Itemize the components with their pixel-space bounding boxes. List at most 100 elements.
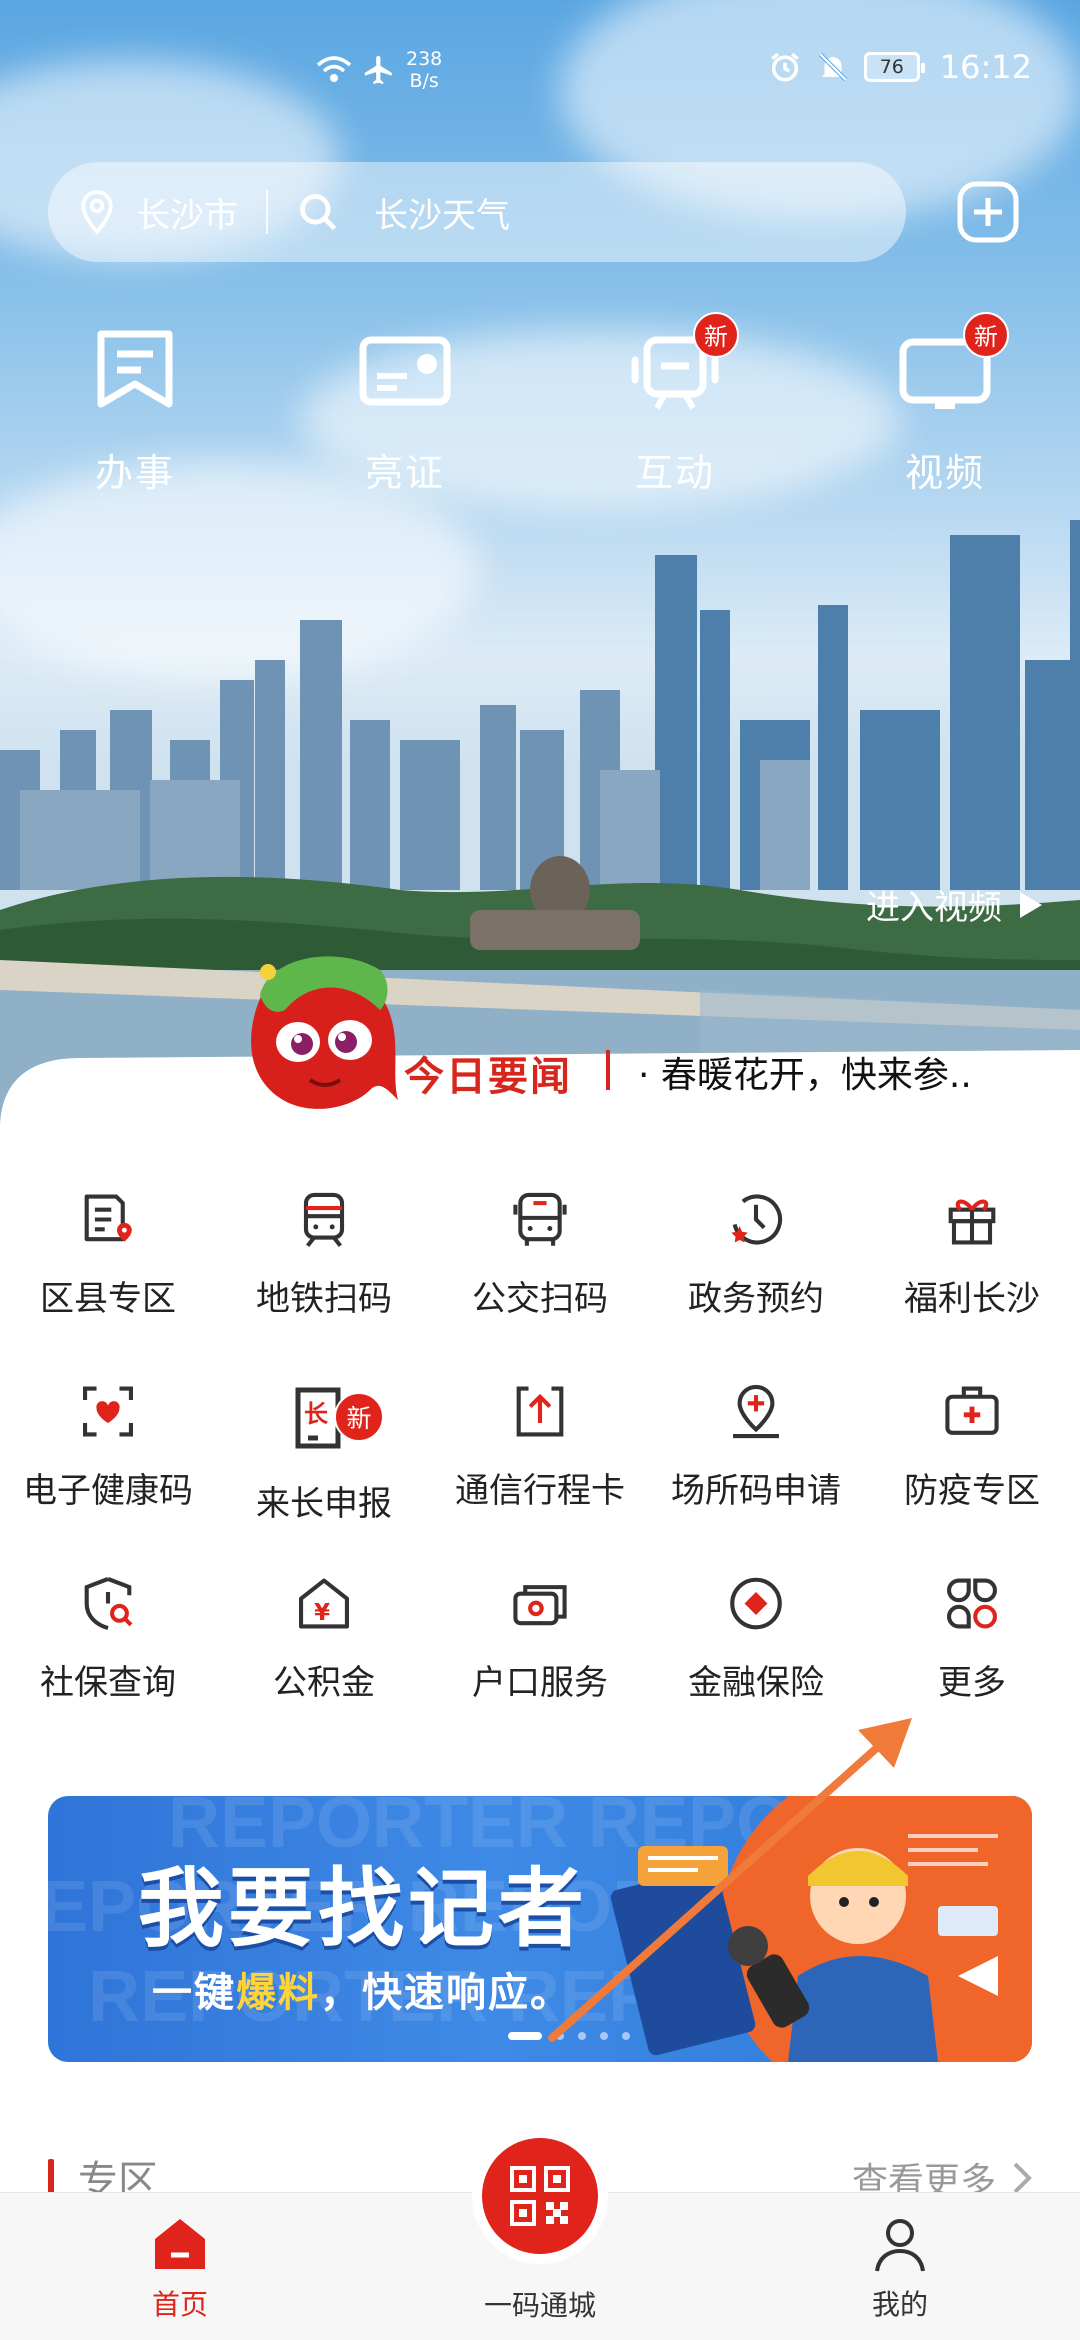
service-gov-appointment[interactable]: 政务预约 [648,1190,864,1320]
gift-icon [948,1199,996,1245]
service-arrival-report[interactable]: 长 新 来长申报 [216,1382,432,1524]
more-grid-icon [947,1578,997,1629]
location-plus-icon [733,1384,779,1439]
promo-banner[interactable]: REPORTER REPORTER REPORTER REPORTER REPO… [48,1796,1032,2062]
play-icon [1020,891,1042,918]
service-county-zone[interactable]: 区县专区 [0,1190,216,1320]
upload-card-icon [516,1386,564,1437]
wifi-icon [316,56,352,82]
tab-home[interactable]: 首页 [80,2213,280,2323]
service-bus-scan[interactable]: 公交扫码 [432,1190,648,1320]
status-bar: 238 B/s 76 16:12 [0,48,1080,108]
service-finance-insurance[interactable]: 金融保险 [648,1574,864,1704]
service-metro-scan[interactable]: 地铁扫码 [216,1190,432,1320]
net-speed-value: 238 [406,48,443,70]
alarm-icon [770,52,799,82]
search-input[interactable]: 长沙天气 [296,188,510,237]
banner-title: 我要找记者 [138,1859,588,1959]
nav-shipin-badge: 新 [963,312,1009,358]
tab-mine[interactable]: 我的 [800,2213,1000,2323]
tab-one-code-label: 一码通城 [483,2289,596,2322]
nav-banshi[interactable]: 办事 [0,320,270,497]
service-label: 防疫专区 [904,1471,1040,1511]
service-label: 地铁扫码 [256,1279,392,1319]
tab-one-code[interactable] [482,2138,598,2254]
service-label: 政务预约 [688,1279,824,1319]
banshi-icon [97,330,173,408]
finance-icon [730,1577,782,1630]
search-bar[interactable]: 长沙市 长沙天气 [48,162,906,262]
service-label: 公交扫码 [472,1279,608,1319]
nav-hudong[interactable]: 新 互动 [540,312,810,497]
section-accent-bar [48,2159,54,2195]
service-health-code[interactable]: 电子健康码 [0,1382,216,1512]
service-household[interactable]: 户口服务 [432,1574,648,1704]
news-section-title: 今日要闻 [404,1054,572,1100]
banner-subtitle: 一键爆料，快速响应。 [152,1970,572,2016]
tab-home-label: 首页 [151,2288,208,2321]
hero-banner: 238 B/s 76 16:12 长沙市 长沙天气 办事 亮证 新 互动 新 视… [0,0,1080,1130]
service-label: 来长申报 [256,1484,392,1524]
service-travel-card[interactable]: 通信行程卡 [432,1382,648,1512]
add-icon[interactable] [956,180,1020,244]
house-yuan-icon: ¥ [299,1578,349,1629]
qr-code-icon [510,2166,570,2226]
household-book-icon [513,1585,567,1626]
service-welfare[interactable]: 福利长沙 [864,1190,1080,1320]
enter-video-link[interactable]: 进入视频 [866,880,1044,929]
bus-icon [513,1192,567,1246]
service-label: 公积金 [273,1663,375,1703]
news-divider [606,1050,610,1090]
metro-icon [303,1192,345,1248]
clock-star-icon [731,1194,783,1245]
search-icon [300,194,337,231]
service-label: 区县专区 [40,1279,176,1319]
top-nav: 办事 亮证 新 互动 新 视频 [0,312,1080,497]
service-grid: 区县专区 地铁扫码 公交扫码 政务预约 福利长沙 电子健康码 长 新 来长申报 … [0,1190,1080,1704]
home-icon [155,2219,205,2269]
service-epidemic-zone[interactable]: 防疫专区 [864,1382,1080,1512]
id-card-icon [359,336,451,406]
location-pin-icon [81,190,113,235]
city-selector[interactable]: 长沙市 [78,188,238,237]
nav-hudong-label: 互动 [634,451,715,495]
mascot-chili-icon [251,956,398,1109]
service-more[interactable]: 更多 [864,1574,1080,1704]
battery-indicator: 76 [863,52,925,82]
search-placeholder: 长沙天气 [374,195,510,236]
service-label: 场所码申请 [671,1471,841,1511]
nav-banshi-label: 办事 [94,451,175,495]
medical-kit-icon [945,1386,999,1435]
document-map-icon [84,1194,132,1242]
enter-video-label: 进入视频 [866,888,1002,928]
search-divider [266,190,268,234]
service-label: 电子健康码 [23,1471,193,1511]
svg-text:长: 长 [304,1400,329,1428]
mute-bell-icon [818,52,848,82]
shield-search-icon [84,1577,133,1631]
service-label: 户口服务 [472,1663,608,1703]
net-speed-unit: B/s [409,70,439,92]
nav-shipin[interactable]: 新 视频 [810,312,1080,497]
carousel-indicator [508,2032,630,2040]
chevron-right-icon [1013,2162,1032,2194]
airplane-icon [364,55,392,85]
nav-liangzheng-label: 亮证 [364,451,445,495]
service-label: 更多 [938,1663,1006,1703]
nav-hudong-badge: 新 [693,312,739,358]
svg-text:¥: ¥ [314,1600,330,1626]
news-headline[interactable]: · 春暖花开，快来参.. [638,1046,972,1098]
service-label: 金融保险 [688,1663,824,1703]
city-label: 长沙市 [136,195,238,236]
reporter-illustration [610,1834,998,2062]
clock: 16:12 [939,48,1032,86]
service-label: 福利长沙 [904,1279,1040,1319]
health-code-icon [83,1386,133,1437]
service-label: 通信行程卡 [455,1471,625,1511]
service-label: 社保查询 [40,1663,176,1703]
service-housing-fund[interactable]: ¥ 公积金 [216,1574,432,1704]
nav-shipin-label: 视频 [904,451,985,495]
service-social-security[interactable]: 社保查询 [0,1574,216,1704]
service-venue-code[interactable]: 场所码申请 [648,1382,864,1512]
nav-liangzheng[interactable]: 亮证 [270,320,540,497]
